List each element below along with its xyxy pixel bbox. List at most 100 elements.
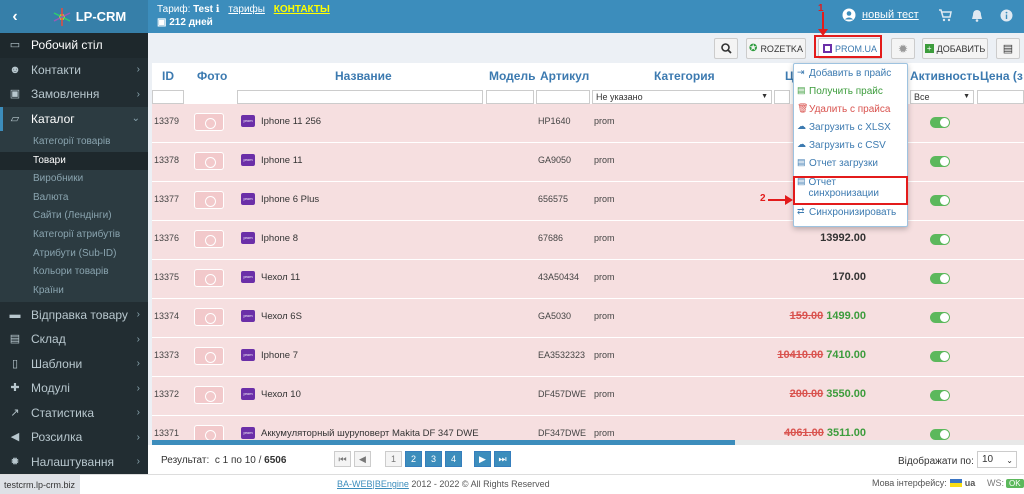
sidebar-item-shipping[interactable]: ▬ Відправка товару › <box>0 302 148 327</box>
product-name-link[interactable]: Iphone 8 <box>261 233 298 244</box>
last-page-button[interactable]: ⏭ <box>494 451 511 467</box>
product-name-link[interactable]: Аккумуляторный шуруповерт Makita DF 347 … <box>261 428 479 439</box>
product-name-link[interactable]: Чехол 6S <box>261 311 302 322</box>
sidebar-subitem-product-categories[interactable]: Категорії товарів <box>0 133 148 152</box>
column-header-id[interactable]: ID <box>162 69 174 83</box>
user-menu[interactable]: новый тест <box>842 8 919 22</box>
sidebar-subitem-currency[interactable]: Валюта <box>0 189 148 208</box>
page-4-button[interactable]: 4 <box>445 451 462 467</box>
sidebar-item-mailing[interactable]: ◀ Розсилка › <box>0 425 148 450</box>
sidebar-item-dashboard[interactable]: ▭ Робочий стіл <box>0 33 148 58</box>
sidebar-subitem-products[interactable]: Товари <box>0 151 148 171</box>
activity-toggle[interactable] <box>930 195 950 206</box>
column-header-photo[interactable]: Фото <box>197 69 227 83</box>
camera-icon[interactable] <box>194 113 224 131</box>
rozetka-button[interactable]: ✪ ROZETKA <box>746 38 806 59</box>
product-name-link[interactable]: Iphone 6 Plus <box>261 194 319 205</box>
column-header-category[interactable]: Категория <box>654 69 715 83</box>
page-3-button[interactable]: 3 <box>425 451 442 467</box>
column-header-activity[interactable]: Активность <box>910 69 980 83</box>
remove-from-price-item[interactable]: 🗑 Удалить с прайса <box>797 104 890 116</box>
sidebar-subitem-countries[interactable]: Країни <box>0 282 148 301</box>
add-button[interactable]: + ДОБАВИТЬ <box>922 38 988 59</box>
filter-price-extra-input[interactable] <box>977 90 1024 104</box>
sidebar-collapse-button[interactable]: ‹ <box>0 0 30 33</box>
product-name-link[interactable]: Iphone 11 256 <box>261 116 321 127</box>
sidebar-subitem-product-colors[interactable]: Кольори товарів <box>0 263 148 282</box>
cart-icon[interactable] <box>938 9 952 23</box>
sidebar-item-templates[interactable]: ▯ Шаблони › <box>0 351 148 376</box>
language-switch[interactable]: Мова інтерфейсу: ua <box>872 478 975 488</box>
logo[interactable]: LP-CRM <box>30 0 148 33</box>
activity-toggle[interactable] <box>930 429 950 440</box>
contacts-link[interactable]: КОНТАКТЫ <box>274 4 330 15</box>
settings-button[interactable]: ✹ <box>891 38 915 59</box>
product-name-link[interactable]: Чехол 11 <box>261 272 300 283</box>
activity-toggle[interactable] <box>930 117 950 128</box>
product-thumbnail[interactable]: prom <box>241 154 255 166</box>
product-thumbnail[interactable]: prom <box>241 349 255 361</box>
sidebar-item-contacts[interactable]: ☻ Контакти › <box>0 58 148 83</box>
sidebar-item-settings[interactable]: ✹ Налаштування › <box>0 449 148 474</box>
table-row[interactable]: 13374 prom Чехол 6S GA5030 prom 159.00 1499.00 <box>152 299 1024 338</box>
camera-icon[interactable] <box>194 308 224 326</box>
tariffs-link[interactable]: тарифы <box>228 4 265 15</box>
sidebar-subitem-attributes[interactable]: Атрибути (Sub-ID) <box>0 245 148 264</box>
activity-toggle[interactable] <box>930 312 950 323</box>
filter-model-input[interactable] <box>486 90 534 104</box>
product-thumbnail[interactable]: prom <box>241 310 255 322</box>
sidebar-item-catalog[interactable]: ▱ Каталог ⌄ <box>0 106 148 131</box>
activity-toggle[interactable] <box>930 156 950 167</box>
page-1-button[interactable]: 1 <box>385 451 402 467</box>
camera-icon[interactable] <box>194 191 224 209</box>
sidebar-item-statistics[interactable]: ↗ Статистика › <box>0 400 148 425</box>
column-header-name[interactable]: Название <box>335 69 392 83</box>
sidebar-subitem-attribute-categories[interactable]: Категорії атрибутів <box>0 226 148 245</box>
table-row[interactable]: 13372 prom Чехол 10 DF457DWE prom 200.00 3550.… <box>152 377 1024 416</box>
filter-price-input[interactable] <box>774 90 790 104</box>
filter-id-input[interactable] <box>152 90 184 104</box>
activity-toggle[interactable] <box>930 234 950 245</box>
add-to-price-item[interactable]: ⇥ Добавить в прайс <box>797 68 891 80</box>
product-thumbnail[interactable]: prom <box>241 271 255 283</box>
next-page-button[interactable]: ▶ <box>474 451 491 467</box>
search-button[interactable] <box>714 38 738 59</box>
bell-icon[interactable] <box>970 9 984 23</box>
camera-icon[interactable] <box>194 230 224 248</box>
filter-activity-select[interactable]: Все ▼ <box>910 90 974 104</box>
activity-toggle[interactable] <box>930 273 950 284</box>
first-page-button[interactable]: ⏮ <box>334 451 351 467</box>
camera-icon[interactable] <box>194 152 224 170</box>
table-row[interactable]: 13375 prom Чехол 11 43A50434 prom 170.00 <box>152 260 1024 299</box>
synchronize-item[interactable]: ⇄ Синхронизировать <box>797 207 896 219</box>
sidebar-subitem-manufacturers[interactable]: Виробники <box>0 170 148 189</box>
export-button[interactable]: ▤ <box>996 38 1020 59</box>
get-price-item[interactable]: ▤ Получить прайс <box>797 86 883 98</box>
product-thumbnail[interactable]: prom <box>241 232 255 244</box>
per-page-select[interactable]: 10 ⌄ <box>977 451 1017 468</box>
table-row[interactable]: 13371 prom Аккумуляторный шуруповерт Makit… <box>152 416 1024 443</box>
column-header-article[interactable]: Артикул <box>540 69 589 83</box>
product-thumbnail[interactable]: prom <box>241 115 255 127</box>
upload-csv-item[interactable]: ☁ Загрузить с CSV <box>797 140 886 152</box>
page-2-button[interactable]: 2 <box>405 451 422 467</box>
product-name-link[interactable]: Iphone 7 <box>261 350 298 361</box>
activity-toggle[interactable] <box>930 390 950 401</box>
filter-category-select[interactable]: Не указано ▼ <box>592 90 772 104</box>
sidebar-subitem-sites[interactable]: Сайти (Лендінги) <box>0 207 148 226</box>
upload-xlsx-item[interactable]: ☁ Загрузить с XLSX <box>797 122 891 134</box>
product-name-link[interactable]: Чехол 10 <box>261 389 301 400</box>
filter-article-input[interactable] <box>536 90 590 104</box>
camera-icon[interactable] <box>194 269 224 287</box>
sidebar-item-orders[interactable]: ▣ Замовлення › <box>0 82 148 107</box>
upload-report-item[interactable]: ▤ Отчет загрузки <box>797 158 878 170</box>
product-thumbnail[interactable]: prom <box>241 388 255 400</box>
table-row[interactable]: 13373 prom Iphone 7 EA3532323 prom 10410.00 74… <box>152 338 1024 377</box>
camera-icon[interactable] <box>194 386 224 404</box>
column-header-price-extra[interactable]: Цена (з <box>980 69 1023 83</box>
filter-name-input[interactable] <box>237 90 483 104</box>
product-thumbnail[interactable]: prom <box>241 193 255 205</box>
sidebar-item-warehouse[interactable]: ▤ Склад › <box>0 327 148 352</box>
product-name-link[interactable]: Iphone 11 <box>261 155 303 166</box>
sidebar-item-modules[interactable]: ✚ Модулі › <box>0 376 148 401</box>
